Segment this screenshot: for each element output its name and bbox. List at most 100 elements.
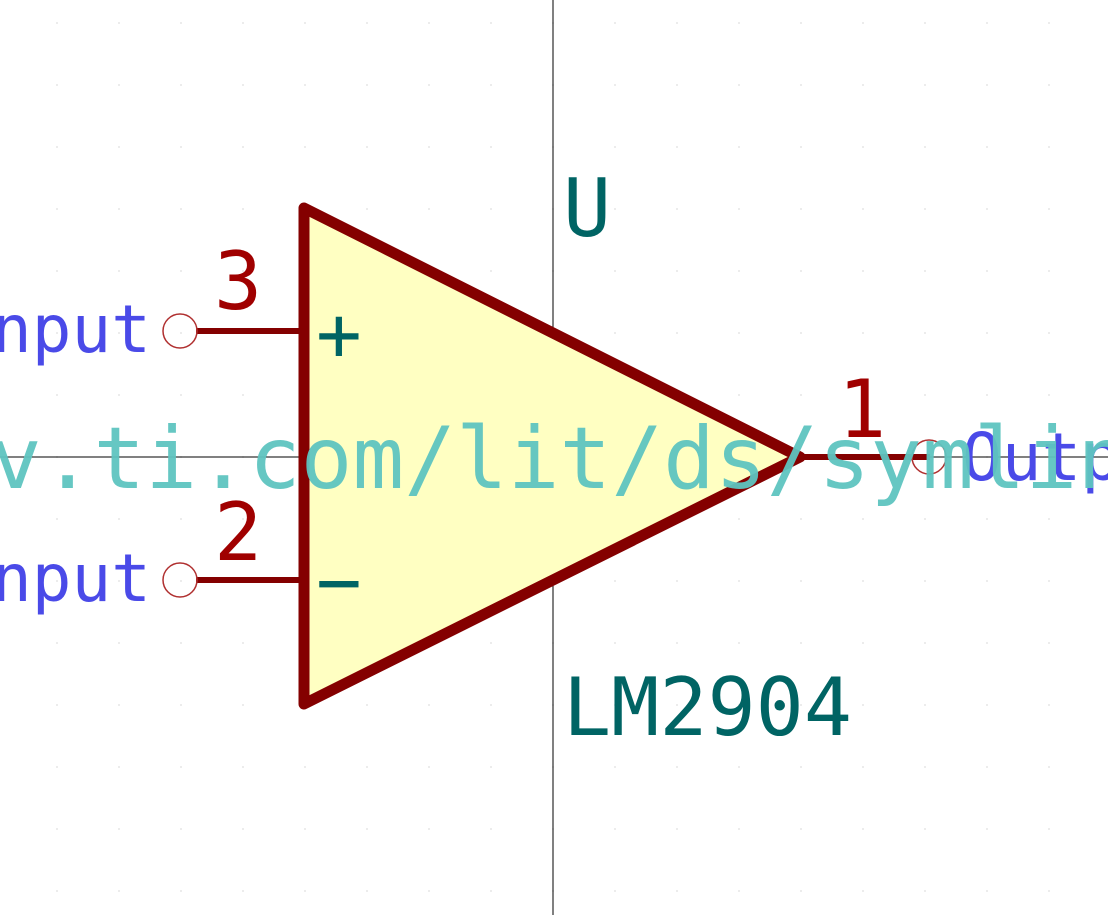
grid-dot (428, 704, 430, 706)
grid-dot (242, 84, 244, 86)
grid-dot (490, 208, 492, 210)
grid-dot (180, 146, 182, 148)
grid-dot (242, 704, 244, 706)
grid-dot (366, 146, 368, 148)
grid-dot (986, 766, 988, 768)
grid-dot (738, 580, 740, 582)
grid-dot (614, 84, 616, 86)
grid-dot (986, 394, 988, 396)
grid-dot (118, 766, 120, 768)
grid-dot (614, 22, 616, 24)
non-inverting-marker: + (316, 289, 362, 378)
datasheet-field[interactable]: v.ti.com/lit/ds/symlink (0, 409, 1108, 509)
grid-dot (676, 146, 678, 148)
grid-dot (676, 84, 678, 86)
grid-dot (676, 828, 678, 830)
grid-dot (1048, 146, 1050, 148)
grid-dot (676, 642, 678, 644)
grid-dot (738, 22, 740, 24)
grid-dot (118, 208, 120, 210)
grid-dot (986, 332, 988, 334)
grid-dot (800, 518, 802, 520)
pin-3-endpoint-circle[interactable] (162, 313, 198, 349)
grid-dot (986, 270, 988, 272)
grid-dot (242, 146, 244, 148)
grid-dot (180, 84, 182, 86)
grid-dot (924, 208, 926, 210)
grid-dot (242, 828, 244, 830)
grid-dot (924, 270, 926, 272)
grid-dot (924, 828, 926, 830)
grid-dot (924, 704, 926, 706)
grid-dot (800, 766, 802, 768)
grid-dot (800, 890, 802, 892)
grid-dot (366, 828, 368, 830)
grid-dot (924, 84, 926, 86)
grid-dot (118, 518, 120, 520)
grid-dot (56, 146, 58, 148)
grid-dot (738, 208, 740, 210)
grid-dot (428, 890, 430, 892)
grid-dot (242, 890, 244, 892)
grid-dot (738, 766, 740, 768)
grid-dot (366, 704, 368, 706)
grid-dot (490, 22, 492, 24)
grid-dot (924, 332, 926, 334)
grid-dot (118, 270, 120, 272)
grid-dot (1048, 394, 1050, 396)
grid-dot (1048, 580, 1050, 582)
grid-dot (180, 642, 182, 644)
grid-dot (924, 766, 926, 768)
grid-dot (986, 642, 988, 644)
grid-dot (676, 766, 678, 768)
grid-dot (56, 704, 58, 706)
grid-dot (862, 890, 864, 892)
grid-dot (118, 84, 120, 86)
grid-dot (986, 828, 988, 830)
grid-dot (738, 890, 740, 892)
grid-dot (614, 146, 616, 148)
pin-3-name: nput (0, 291, 151, 368)
grid-dot (924, 146, 926, 148)
grid-dot (862, 642, 864, 644)
value-field[interactable]: LM2904 (563, 661, 852, 754)
grid-dot (924, 394, 926, 396)
grid-dot (490, 704, 492, 706)
grid-dot (800, 22, 802, 24)
grid-dot (1048, 766, 1050, 768)
grid-dot (1048, 890, 1050, 892)
grid-dot (118, 890, 120, 892)
grid-dot (304, 146, 306, 148)
grid-dot (738, 270, 740, 272)
grid-dot (180, 394, 182, 396)
grid-dot (1048, 518, 1050, 520)
reference-field[interactable]: U (563, 162, 611, 255)
pin-2-endpoint-circle[interactable] (162, 562, 198, 598)
grid-dot (738, 394, 740, 396)
grid-dot (304, 22, 306, 24)
grid-dot (242, 208, 244, 210)
grid-dot (1048, 332, 1050, 334)
grid-dot (180, 270, 182, 272)
grid-dot (180, 518, 182, 520)
grid-dot (800, 642, 802, 644)
grid-dot (676, 22, 678, 24)
grid-dot (428, 208, 430, 210)
grid-dot (490, 766, 492, 768)
grid-dot (180, 208, 182, 210)
grid-dot (800, 270, 802, 272)
grid-dot (1048, 84, 1050, 86)
grid-dot (800, 394, 802, 396)
grid-dot (676, 332, 678, 334)
grid-dot (118, 22, 120, 24)
grid-dot (862, 22, 864, 24)
grid-dot (800, 580, 802, 582)
grid-dot (924, 518, 926, 520)
grid-dot (304, 828, 306, 830)
grid-dot (428, 766, 430, 768)
grid-dot (180, 332, 182, 334)
grid-dot (56, 518, 58, 520)
grid-dot (986, 518, 988, 520)
grid-dot (738, 518, 740, 520)
grid-dot (676, 208, 678, 210)
